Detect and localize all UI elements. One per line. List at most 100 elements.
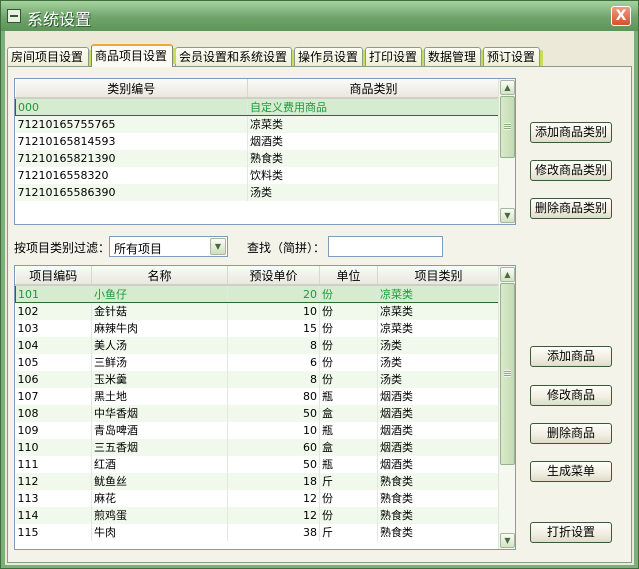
add-item-button[interactable]: 添加商品 (530, 346, 612, 367)
category-row[interactable]: 71210165814593 烟酒类 (15, 132, 500, 150)
item-scrollbar[interactable]: ▲ ▼ (498, 266, 515, 549)
item-category-cell: 汤类 (377, 336, 500, 354)
item-code-cell: 104 (15, 336, 92, 354)
item-price-cell: 50 (227, 404, 320, 422)
item-row[interactable]: 103 麻辣牛肉 15 份凉菜类 (15, 319, 500, 337)
item-row[interactable]: 109 青岛啤酒 10 瓶烟酒类 (15, 421, 500, 439)
item-price-cell: 6 (227, 353, 320, 371)
item-name-cell: 小鱼仔 (91, 284, 228, 303)
item-name-cell: 三五香烟 (91, 438, 228, 456)
item-name-cell: 金针菇 (91, 302, 228, 320)
item-row[interactable]: 102 金针菇 10 份凉菜类 (15, 302, 500, 320)
scroll-down-icon[interactable]: ▼ (500, 533, 515, 548)
category-row[interactable]: 71210165586390 汤类 (15, 183, 500, 201)
category-row[interactable]: 7121016558320 饮料类 (15, 166, 500, 184)
item-unit-cell: 份 (319, 506, 378, 524)
column-header-unit-price[interactable]: 预设单价 (227, 266, 320, 286)
item-row[interactable]: 107 黑土地 80 瓶烟酒类 (15, 387, 500, 405)
item-name-cell: 鱿鱼丝 (91, 472, 228, 490)
item-row[interactable]: 110 三五香烟 60 盒烟酒类 (15, 438, 500, 456)
edit-item-button[interactable]: 修改商品 (530, 385, 612, 406)
item-code-cell: 107 (15, 387, 92, 405)
category-filter-select[interactable]: 所有项目 ▼ (109, 236, 228, 257)
generate-menu-button[interactable]: 生成菜单 (530, 461, 612, 482)
category-scrollbar[interactable]: ▲ ▼ (498, 79, 515, 224)
item-category-cell: 熟食类 (377, 472, 500, 490)
item-row[interactable]: 101 小鱼仔 20 份凉菜类 (15, 284, 500, 303)
close-button[interactable]: X (611, 6, 631, 26)
delete-item-button[interactable]: 删除商品 (530, 423, 612, 444)
tab-data-management[interactable]: 数据管理 (424, 47, 484, 66)
item-code-cell: 113 (15, 489, 92, 507)
search-label: 查找（简拼）： (247, 241, 326, 255)
column-header-category-name[interactable]: 商品类别 (247, 79, 500, 99)
item-code-cell: 110 (15, 438, 92, 456)
category-code-cell: 71210165755765 (15, 115, 248, 133)
tab-operators[interactable]: 操作员设置 (294, 47, 366, 66)
edit-category-button[interactable]: 修改商品类别 (530, 160, 612, 181)
category-grid[interactable]: 类别编号 商品类别 000 自定义费用商品 71210165755765 凉菜类 (14, 78, 516, 225)
item-code-cell: 108 (15, 404, 92, 422)
item-price-cell: 8 (227, 370, 320, 388)
category-header-row: 类别编号 商品类别 (15, 79, 500, 99)
item-row[interactable]: 105 三鲜汤 6 份汤类 (15, 353, 500, 371)
item-price-cell: 8 (227, 336, 320, 354)
category-row[interactable]: 71210165755765 凉菜类 (15, 115, 500, 133)
tab-strip: 房间项目设置 商品项目设置 会员设置和系统设置 操作员设置 打印设置 数据管理 … (7, 44, 632, 67)
discount-settings-button[interactable]: 打折设置 (530, 522, 612, 543)
item-unit-cell: 份 (319, 370, 378, 388)
scroll-down-icon[interactable]: ▼ (500, 208, 515, 223)
item-code-cell: 115 (15, 523, 92, 541)
category-row[interactable]: 71210165821390 熟食类 (15, 149, 500, 167)
item-row[interactable]: 104 美人汤 8 份汤类 (15, 336, 500, 354)
item-unit-cell: 份 (319, 489, 378, 507)
item-price-cell: 18 (227, 472, 320, 490)
item-unit-cell: 瓶 (319, 455, 378, 473)
tab-member-system[interactable]: 会员设置和系统设置 (175, 47, 295, 66)
item-category-cell: 烟酒类 (377, 387, 500, 405)
tab-room-items[interactable]: 房间项目设置 (7, 47, 92, 66)
item-row[interactable]: 112 鱿鱼丝 18 斤熟食类 (15, 472, 500, 490)
chevron-down-icon[interactable]: ▼ (210, 238, 226, 255)
search-input[interactable] (328, 236, 443, 257)
item-price-cell: 20 (227, 284, 320, 303)
tab-goods-items[interactable]: 商品项目设置 (91, 44, 176, 67)
goods-settings-panel: 类别编号 商品类别 000 自定义费用商品 71210165755765 凉菜类 (7, 66, 632, 563)
item-price-cell: 10 (227, 302, 320, 320)
item-price-cell: 15 (227, 319, 320, 337)
item-row[interactable]: 111 红酒 50 瓶烟酒类 (15, 455, 500, 473)
category-row[interactable]: 000 自定义费用商品 (15, 97, 500, 116)
column-header-unit[interactable]: 单位 (319, 266, 378, 286)
delete-category-button[interactable]: 删除商品类别 (530, 198, 612, 219)
item-unit-cell: 份 (319, 284, 378, 303)
column-header-category-code[interactable]: 类别编号 (15, 79, 248, 99)
item-row[interactable]: 115 牛肉 38 斤熟食类 (15, 523, 500, 541)
scroll-up-icon[interactable]: ▲ (500, 80, 515, 95)
add-category-button[interactable]: 添加商品类别 (530, 122, 612, 143)
column-header-item-category[interactable]: 项目类别 (377, 266, 500, 286)
column-header-item-code[interactable]: 项目编码 (15, 266, 92, 286)
item-name-cell: 美人汤 (91, 336, 228, 354)
column-header-item-name[interactable]: 名称 (91, 266, 228, 286)
scroll-up-icon[interactable]: ▲ (500, 267, 515, 282)
scroll-thumb[interactable] (500, 96, 515, 158)
category-code-cell: 71210165821390 (15, 149, 248, 167)
item-header-row: 项目编码 名称 预设单价 单位 项目类别 (15, 266, 500, 286)
window-menu-icon[interactable] (7, 9, 21, 23)
category-code-cell: 7121016558320 (15, 166, 248, 184)
item-code-cell: 114 (15, 506, 92, 524)
window-title: 系统设置 (27, 10, 92, 29)
item-row[interactable]: 114 煎鸡蛋 12 份熟食类 (15, 506, 500, 524)
title-bar[interactable]: 系统设置 X (1, 1, 638, 31)
tab-print[interactable]: 打印设置 (365, 47, 425, 66)
scroll-thumb[interactable] (500, 283, 515, 465)
item-unit-cell: 盒 (319, 404, 378, 422)
item-row[interactable]: 106 玉米羹 8 份汤类 (15, 370, 500, 388)
category-filter-value: 所有项目 (114, 242, 163, 256)
item-row[interactable]: 113 麻花 12 份熟食类 (15, 489, 500, 507)
tab-reservation[interactable]: 预订设置 (483, 47, 543, 66)
item-name-cell: 黑土地 (91, 387, 228, 405)
settings-window: 系统设置 X 房间项目设置 商品项目设置 会员设置和系统设置 操作员设置 打印设… (0, 0, 639, 569)
item-grid[interactable]: 项目编码 名称 预设单价 单位 项目类别 101 小鱼仔 20 份凉菜类 102 金针菇 1… (14, 265, 516, 550)
item-row[interactable]: 108 中华香烟 50 盒烟酒类 (15, 404, 500, 422)
